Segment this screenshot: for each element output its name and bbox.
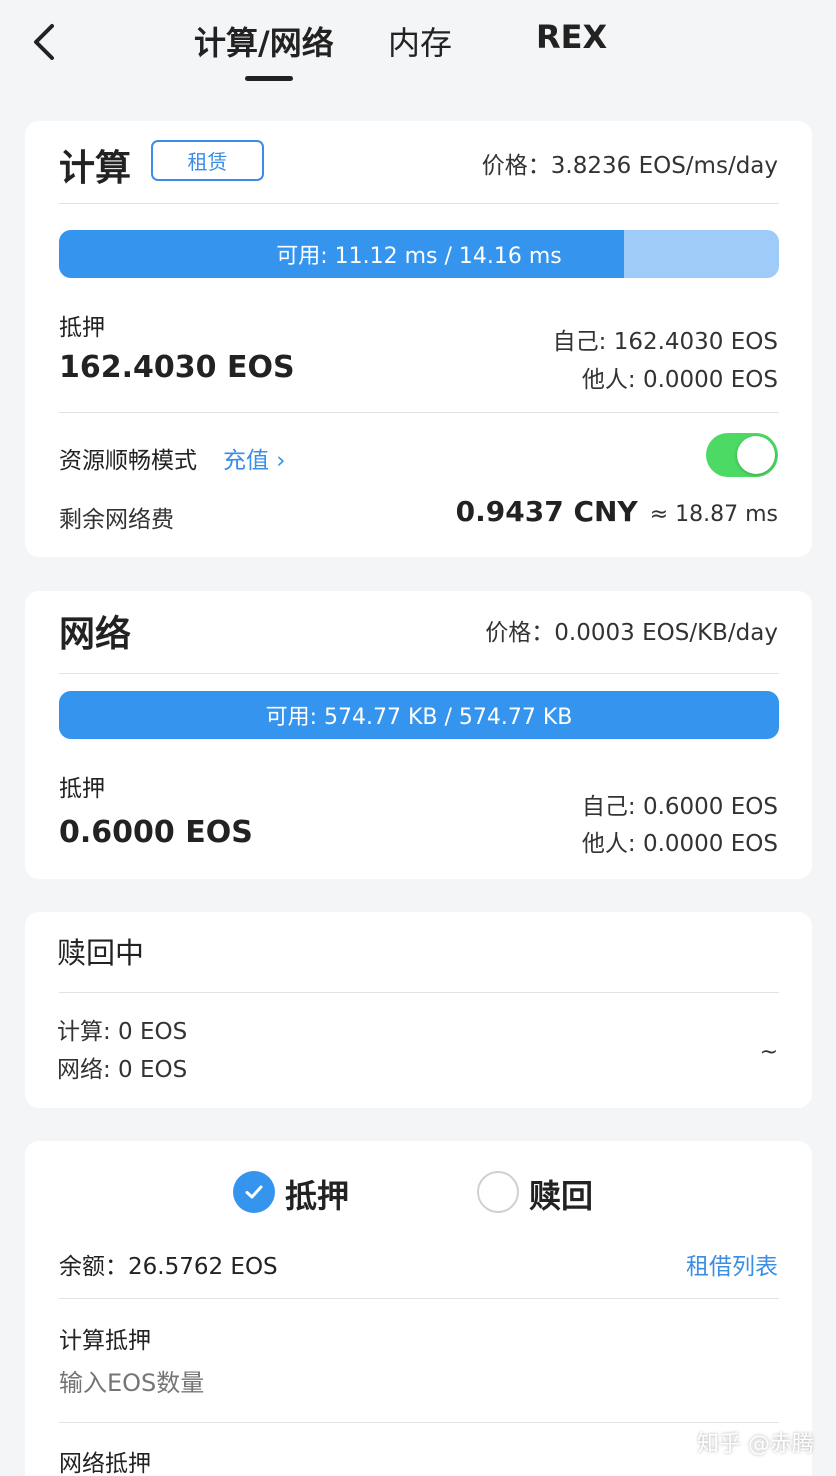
smooth-mode-label: 资源顺畅模式 xyxy=(59,448,197,474)
remaining-fee-value: 0.9437 CNY xyxy=(455,495,638,528)
compute-stake-value: 162.4030 EOS xyxy=(59,350,295,385)
tab-rex[interactable]: REX xyxy=(536,18,607,56)
top-nav: 计算/网络 内存 REX xyxy=(0,0,836,100)
smooth-mode-toggle[interactable] xyxy=(706,433,778,477)
remaining-fee-approx: ≈ 18.87 ms xyxy=(649,502,778,527)
remaining-fee: 0.9437 CNY ≈ 18.87 ms xyxy=(456,495,778,528)
compute-self-stake: 自己: 162.4030 EOS xyxy=(552,329,778,355)
recharge-link[interactable]: 充值 › xyxy=(223,441,286,475)
redeeming-compute: 计算: 0 EOS xyxy=(57,1019,188,1045)
chevron-left-icon[interactable] xyxy=(26,20,66,64)
remaining-fee-label: 剩余网络费 xyxy=(59,507,174,533)
compute-price: 价格：3.8236 EOS/ms/day xyxy=(481,153,778,179)
network-title: 网络 xyxy=(59,614,132,655)
network-card: 网络 价格：0.0003 EOS/KB/day 可用: 574.77 KB / … xyxy=(25,591,812,879)
compute-card: 计算 租赁 价格：3.8236 EOS/ms/day 可用: 11.12 ms … xyxy=(25,121,812,557)
redeeming-network: 网络: 0 EOS xyxy=(57,1057,188,1083)
network-self-stake: 自己: 0.6000 EOS xyxy=(581,794,778,820)
compute-stake-label: 抵押 xyxy=(59,315,105,341)
redeeming-time: ~ xyxy=(759,1040,778,1065)
compute-usage-bar: 可用: 11.12 ms / 14.16 ms xyxy=(59,230,779,278)
tab-compute-network[interactable]: 计算/网络 xyxy=(194,18,334,64)
stake-radio[interactable] xyxy=(233,1171,275,1213)
redeeming-title: 赎回中 xyxy=(57,936,145,970)
compute-usage-text: 可用: 11.12 ms / 14.16 ms xyxy=(276,244,562,269)
rent-button[interactable]: 租赁 xyxy=(151,140,264,181)
tab-memory[interactable]: 内存 xyxy=(388,18,452,64)
network-usage-bar: 可用: 574.77 KB / 574.77 KB xyxy=(59,691,779,739)
check-icon xyxy=(245,1185,263,1199)
divider xyxy=(59,1298,779,1299)
redeem-radio[interactable] xyxy=(477,1171,519,1213)
compute-stake-input-label: 计算抵押 xyxy=(59,1328,151,1354)
network-stake-value: 0.6000 EOS xyxy=(59,815,253,850)
lease-list-link[interactable]: 租借列表 xyxy=(686,1247,778,1281)
stake-form-card: 抵押 赎回 余额：26.5762 EOS 租借列表 计算抵押 网络抵押 xyxy=(25,1141,812,1476)
watermark: 知乎 @赤腾 xyxy=(697,1432,814,1457)
balance-text: 余额：26.5762 EOS xyxy=(59,1254,278,1280)
divider xyxy=(59,1422,779,1423)
resources-page: 计算/网络 内存 REX 计算 租赁 价格：3.8236 EOS/ms/day … xyxy=(0,0,836,1476)
stake-option-label[interactable]: 抵押 xyxy=(285,1171,349,1217)
compute-stake-input[interactable] xyxy=(59,1369,559,1397)
divider xyxy=(59,412,779,413)
network-stake-label: 抵押 xyxy=(59,776,105,802)
compute-others-stake: 他人: 0.0000 EOS xyxy=(581,367,778,393)
redeeming-card: 赎回中 计算: 0 EOS 网络: 0 EOS ~ xyxy=(25,912,812,1108)
network-stake-input-label: 网络抵押 xyxy=(59,1451,151,1476)
divider xyxy=(59,992,779,993)
toggle-knob xyxy=(737,436,775,474)
network-others-stake: 他人: 0.0000 EOS xyxy=(581,831,778,857)
network-price: 价格：0.0003 EOS/KB/day xyxy=(485,620,778,646)
active-tab-indicator xyxy=(245,76,293,81)
compute-title: 计算 xyxy=(59,148,132,189)
redeem-option-label[interactable]: 赎回 xyxy=(529,1171,593,1217)
divider xyxy=(59,673,779,674)
divider xyxy=(59,203,779,204)
network-usage-text: 可用: 574.77 KB / 574.77 KB xyxy=(265,705,573,730)
